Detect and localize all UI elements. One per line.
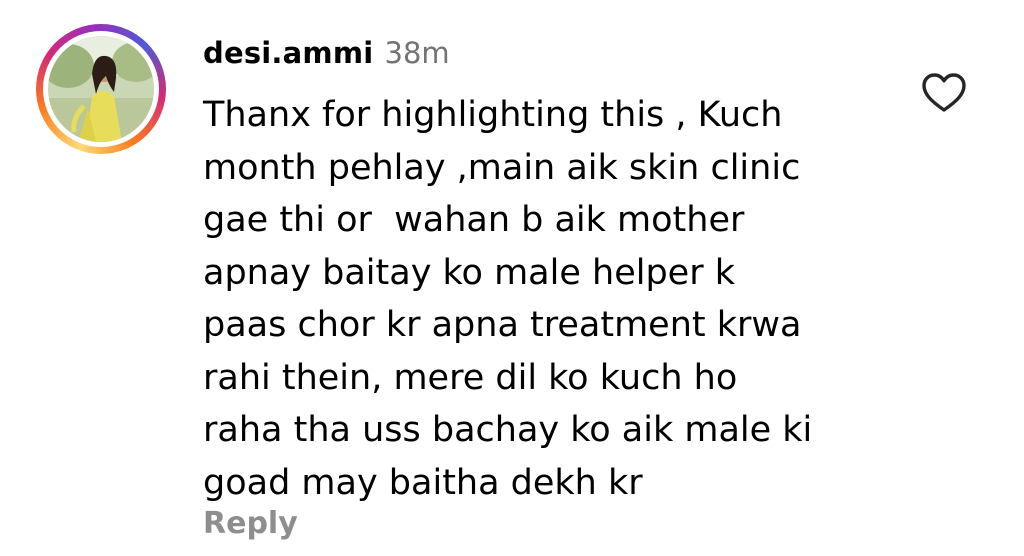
avatar[interactable] xyxy=(48,36,154,142)
comment: desi.ammi 38m Thanx for highlighting thi… xyxy=(0,0,1024,556)
username[interactable]: desi.ammi xyxy=(203,36,373,70)
comment-line: raha tha uss bachay ko aik male ki xyxy=(203,410,813,450)
like-button[interactable] xyxy=(921,72,967,114)
comment-text: Thanx for highlighting this , Kuch month… xyxy=(203,89,903,509)
timestamp: 38m xyxy=(384,36,450,70)
comment-header: desi.ammi 38m xyxy=(203,36,450,76)
heart-outline-icon xyxy=(922,73,966,112)
comment-line: gae thi or wahan b aik mother xyxy=(203,200,745,240)
comment-line: goad may baitha dekh kr xyxy=(203,462,643,503)
comment-line: paas chor kr apna treatment krwa xyxy=(203,305,802,345)
reply-button[interactable]: Reply xyxy=(203,506,298,541)
comment-line: apnay baitay ko male helper k xyxy=(203,252,735,293)
comment-line: rahi thein, mere dil ko kuch ho xyxy=(203,357,738,398)
comment-line: Thanx for highlighting this , Kuch xyxy=(203,95,783,135)
story-ring[interactable] xyxy=(36,24,166,154)
profile-photo-icon xyxy=(48,36,154,142)
comment-line: month pehlay ,main aik skin clinic xyxy=(203,147,801,188)
